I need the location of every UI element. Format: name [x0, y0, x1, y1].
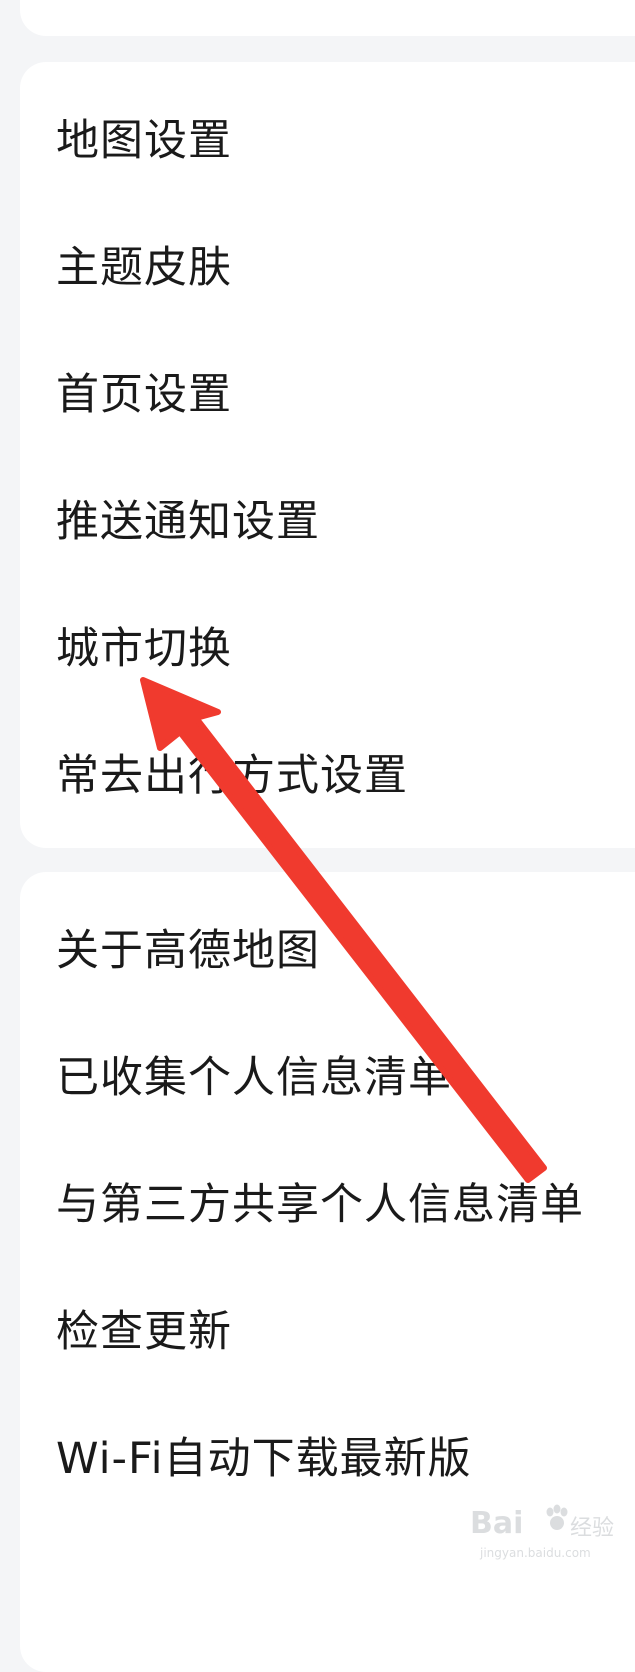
settings-item-label: 与第三方共享个人信息清单	[56, 1180, 584, 1230]
settings-item-theme-skin[interactable]: 主题皮肤	[56, 219, 635, 309]
settings-item-home-settings[interactable]: 首页设置	[56, 346, 635, 436]
settings-item-label: 常去出行方式设置	[56, 751, 408, 801]
settings-card-about: 关于高德地图 已收集个人信息清单 与第三方共享个人信息清单 检查更新 Wi-Fi…	[20, 872, 635, 1672]
settings-item-label: 主题皮肤	[56, 243, 232, 293]
settings-item-collected-info-list[interactable]: 已收集个人信息清单	[56, 1029, 635, 1119]
settings-card-top	[20, 0, 635, 36]
settings-item-label: 地图设置	[56, 116, 232, 166]
settings-item-travel-mode[interactable]: 常去出行方式设置	[56, 727, 635, 817]
settings-item-label: 已收集个人信息清单	[56, 1053, 452, 1103]
settings-item-check-update[interactable]: 检查更新	[56, 1283, 635, 1373]
settings-item-label: 首页设置	[56, 370, 232, 420]
settings-item-label: 推送通知设置	[56, 497, 320, 547]
settings-item-label: Wi-Fi自动下载最新版	[56, 1434, 472, 1484]
settings-item-map-settings[interactable]: 地图设置	[56, 92, 635, 182]
settings-item-city-switch[interactable]: 城市切换	[56, 600, 635, 690]
settings-item-push-notification[interactable]: 推送通知设置	[56, 473, 635, 563]
settings-item-about-amap[interactable]: 关于高德地图	[56, 902, 635, 992]
settings-card-general: 地图设置 主题皮肤 首页设置 推送通知设置 城市切换 常去出行方式设置	[20, 62, 635, 848]
settings-item-label: 检查更新	[56, 1307, 232, 1357]
settings-item-wifi-auto-download[interactable]: Wi-Fi自动下载最新版	[56, 1410, 635, 1500]
settings-item-label: 关于高德地图	[56, 926, 320, 976]
settings-item-label: 城市切换	[56, 624, 232, 674]
settings-item-third-party-share-list[interactable]: 与第三方共享个人信息清单	[56, 1156, 635, 1246]
